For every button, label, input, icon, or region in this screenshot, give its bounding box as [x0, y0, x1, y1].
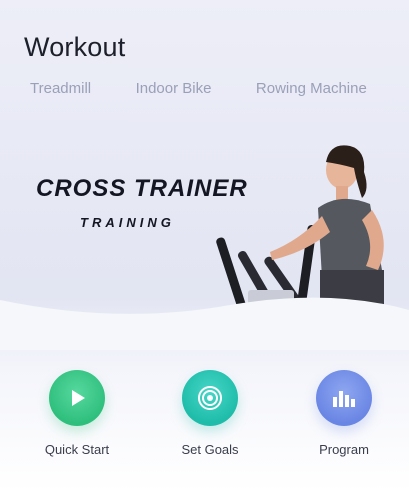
category-tabs: Treadmill Indoor Bike Rowing Machine — [30, 80, 409, 104]
header: Workout Treadmill Indoor Bike Rowing Mac… — [0, 0, 409, 110]
target-icon — [198, 386, 222, 410]
quick-actions: Quick Start Set Goals Program — [0, 370, 409, 470]
set-goals-circle[interactable] — [182, 370, 238, 426]
play-icon — [72, 390, 85, 406]
decorative-wave — [0, 297, 409, 350]
set-goals-label: Set Goals — [181, 442, 239, 457]
tab-treadmill[interactable]: Treadmill — [30, 80, 91, 97]
quick-start-label: Quick Start — [44, 442, 110, 457]
set-goals-button[interactable]: Set Goals — [160, 370, 260, 457]
tab-indoor-bike[interactable]: Indoor Bike — [136, 80, 212, 97]
program-button[interactable]: Program — [294, 370, 394, 457]
workout-screen: Workout Treadmill Indoor Bike Rowing Mac… — [0, 0, 409, 492]
quick-start-circle[interactable] — [49, 370, 105, 426]
program-label: Program — [319, 442, 369, 457]
tab-rowing-machine[interactable]: Rowing Machine — [256, 80, 367, 97]
chart-icon — [333, 391, 355, 407]
quick-start-button[interactable]: Quick Start — [27, 370, 127, 457]
page-title: Workout — [24, 32, 126, 62]
program-circle[interactable] — [316, 370, 372, 426]
